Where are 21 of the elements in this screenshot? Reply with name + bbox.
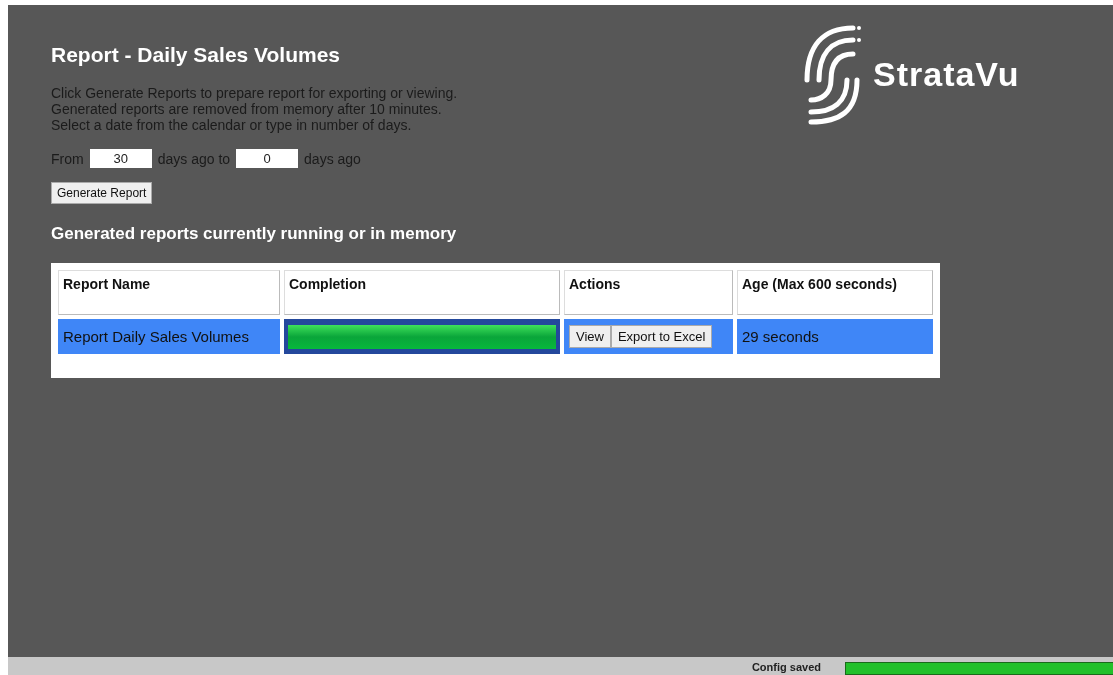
column-header: Report Name	[58, 270, 280, 315]
action-button[interactable]: Export to Excel	[610, 325, 713, 348]
to-days-field[interactable]: 0	[236, 149, 299, 168]
instruction-text: Click Generate Reports to prepare report for exporting or viewing.	[51, 85, 459, 101]
from-days-field[interactable]: 30	[89, 149, 152, 168]
action-button[interactable]: View	[569, 325, 611, 348]
table-cell: 29 seconds	[737, 319, 933, 354]
instruction-text: Select a date from the calendar or type in number of days.	[51, 117, 413, 133]
from-label: From	[51, 150, 84, 167]
column-header: Age (Max 600 seconds)	[737, 270, 933, 315]
page-title: Report - Daily Sales Volumes	[51, 43, 342, 67]
to-label: days ago to	[157, 150, 231, 167]
status-text: Config saved	[751, 661, 821, 673]
column-header: Completion	[284, 270, 560, 315]
column-header: Actions	[564, 270, 733, 315]
instruction-text: Generated reports are removed from memory after 10 minutes.	[51, 101, 443, 117]
days-ago-label: days ago	[304, 150, 361, 167]
section-title: Generated reports currently running or in memory	[51, 224, 458, 244]
logo-text: StrataVu	[873, 54, 1020, 94]
table-cell: Report Daily Sales Volumes	[58, 319, 280, 354]
generate-report-button[interactable]: Generate Report	[51, 182, 153, 204]
